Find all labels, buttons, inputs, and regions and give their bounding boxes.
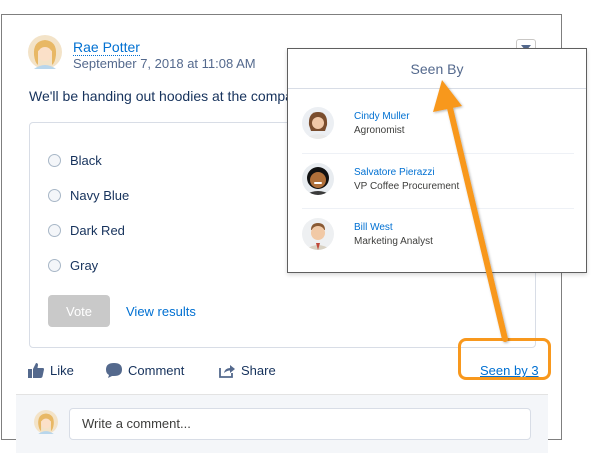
viewer-name-link[interactable]: Cindy Muller	[354, 111, 410, 122]
comment-input[interactable]: Write a comment...	[69, 408, 531, 440]
radio-button[interactable]	[48, 224, 61, 237]
viewer-avatar[interactable]	[302, 107, 334, 139]
comment-label: Comment	[128, 363, 185, 378]
popup-title: Seen By	[288, 49, 586, 89]
share-icon	[219, 365, 235, 378]
radio-button[interactable]	[48, 154, 61, 167]
vote-button[interactable]: Vote	[48, 295, 110, 327]
viewer-avatar[interactable]	[302, 218, 334, 250]
like-label: Like	[50, 363, 74, 378]
radio-button[interactable]	[48, 189, 61, 202]
viewer-item: Cindy Muller Agronomist	[302, 97, 574, 149]
post-timestamp: September 7, 2018 at 11:08 AM	[73, 56, 256, 71]
author-name-link[interactable]: Rae Potter	[73, 39, 140, 56]
speech-bubble-icon	[106, 363, 122, 378]
poll-option-navy-blue[interactable]: Navy Blue	[48, 188, 129, 203]
seen-by-popup: Seen By Cindy Muller Agronomist Salvator…	[287, 48, 587, 273]
viewer-job-title: Marketing Analyst	[354, 235, 433, 247]
viewer-job-title: VP Coffee Procurement	[354, 180, 460, 192]
share-label: Share	[241, 363, 276, 378]
seen-by-callout-highlight	[458, 338, 551, 380]
viewer-name-link[interactable]: Salvatore Pierazzi	[354, 167, 459, 178]
current-user-avatar	[34, 410, 58, 434]
thumbs-up-icon	[28, 363, 44, 378]
share-button[interactable]: Share	[219, 363, 276, 378]
poll-option-dark-red[interactable]: Dark Red	[48, 223, 125, 238]
comment-composer: Write a comment...	[16, 394, 548, 453]
poll-option-black[interactable]: Black	[48, 153, 102, 168]
viewer-item: Bill West Marketing Analyst	[302, 208, 574, 260]
poll-option-gray[interactable]: Gray	[48, 258, 98, 273]
view-results-link[interactable]: View results	[126, 304, 196, 319]
author-avatar[interactable]	[28, 35, 62, 69]
viewer-name-link[interactable]: Bill West	[354, 222, 433, 233]
post-body-text: We'll be handing out hoodies at the comp…	[29, 88, 293, 104]
viewer-avatar[interactable]	[302, 163, 334, 195]
viewer-item: Salvatore Pierazzi VP Coffee Procurement	[302, 153, 574, 205]
radio-button[interactable]	[48, 259, 61, 272]
viewer-job-title: Agronomist	[354, 124, 405, 136]
like-button[interactable]: Like	[28, 363, 74, 378]
comment-button[interactable]: Comment	[106, 363, 184, 378]
